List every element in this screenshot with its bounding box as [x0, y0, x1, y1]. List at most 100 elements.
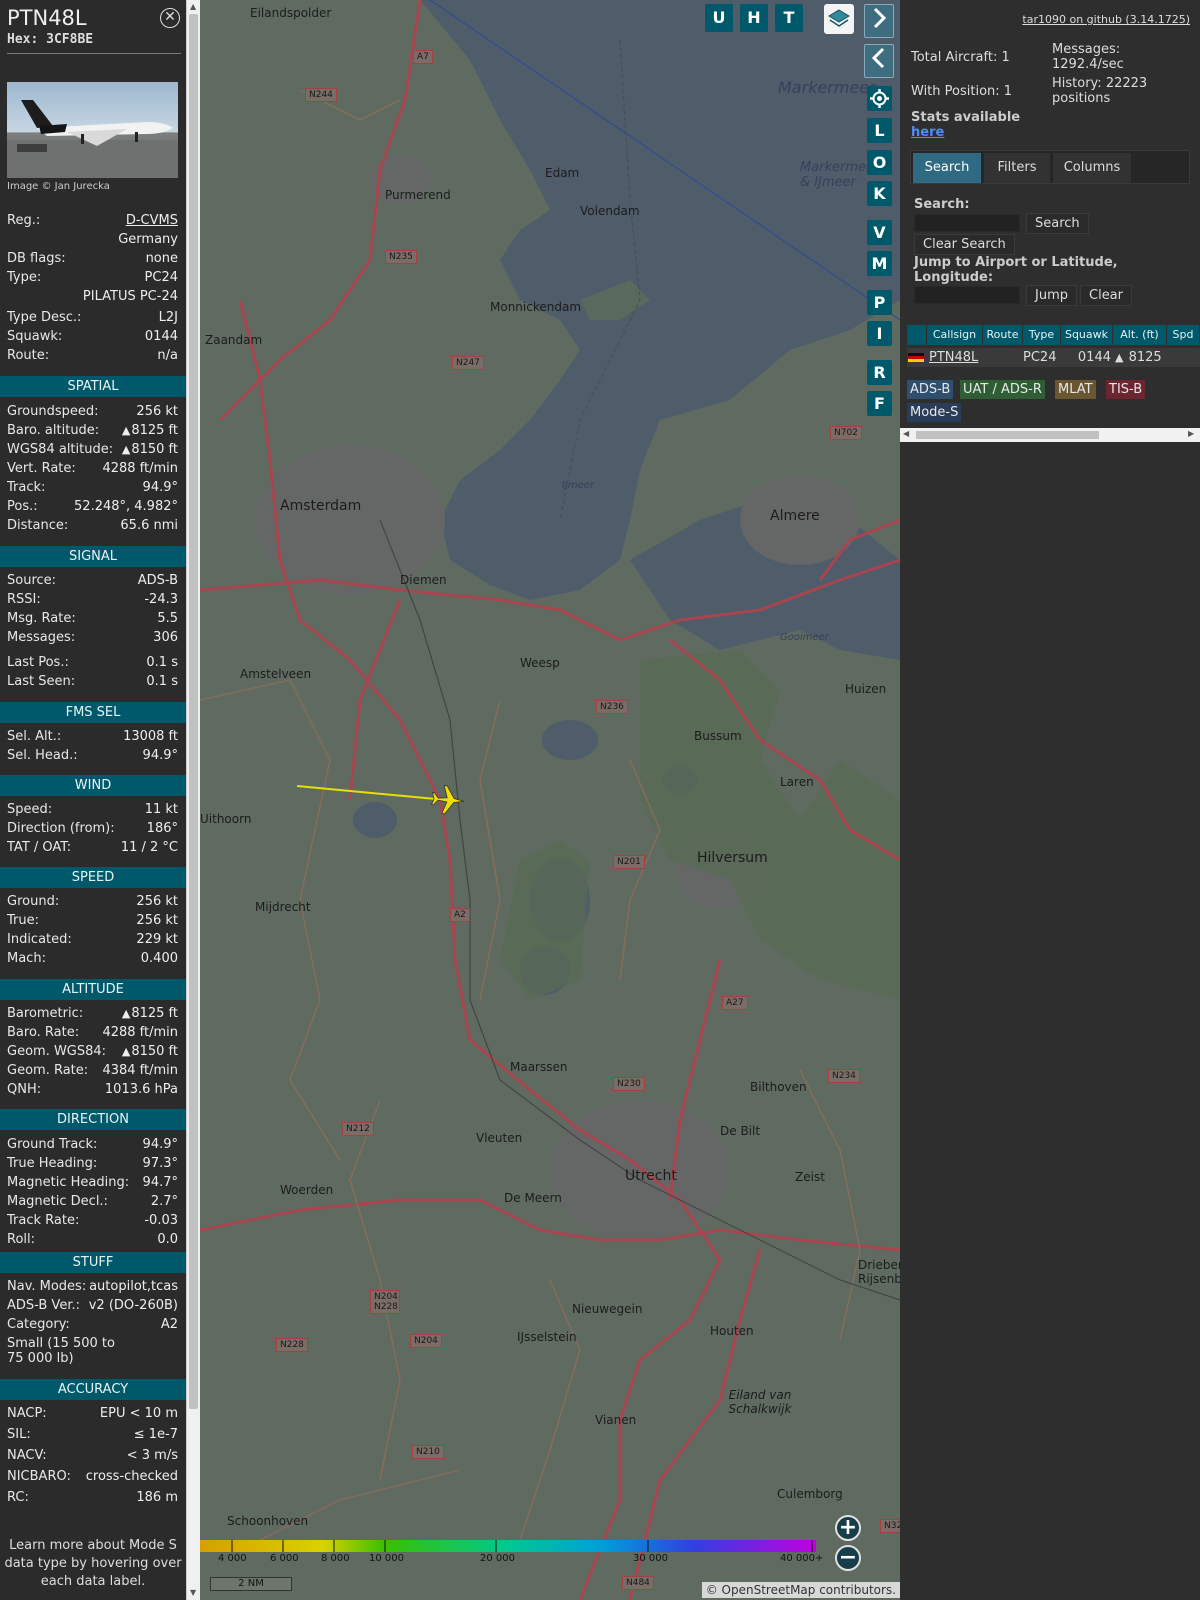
settings-gear-icon[interactable] [867, 86, 892, 111]
layers-icon[interactable] [824, 4, 854, 34]
search-input[interactable] [914, 214, 1020, 232]
clear-jump-button[interactable]: Clear [1080, 285, 1132, 306]
info-scrollbar[interactable]: ▲ ▼ [186, 0, 200, 1600]
section-header-speed[interactable]: SPEED [0, 867, 186, 888]
info-label: Distance: [7, 518, 69, 533]
search-button[interactable]: Search [1026, 213, 1089, 234]
info-row: RC: 186 m [7, 1490, 178, 1508]
info-value: v2 (DO-260B) [89, 1298, 178, 1316]
toggle-button-l[interactable]: L [867, 118, 892, 143]
row-callsign[interactable]: PTN48L [927, 348, 983, 367]
info-label: Route: [7, 348, 50, 363]
map-view[interactable]: Eilandspolder Purmerend Edam Volendam Monnic… [200, 0, 900, 1600]
info-row: Nav. Modes: autopilot,tcas [7, 1279, 178, 1297]
info-label: Category: [7, 1317, 70, 1332]
scroll-left-icon[interactable]: ◀ [903, 429, 909, 438]
tab-columns[interactable]: Columns [1053, 153, 1131, 183]
layer-button-h[interactable]: H [740, 4, 768, 32]
section-header-stuff[interactable]: STUFF [0, 1252, 186, 1273]
col-callsign-header[interactable]: Callsign [927, 325, 983, 345]
info-value: A2 [161, 1317, 178, 1335]
info-value: 186 m [136, 1490, 178, 1508]
info-label: QNH: [7, 1082, 42, 1097]
info-value: PILATUS PC-24 [82, 289, 178, 304]
chip-modes: Mode-S [907, 403, 962, 422]
toggle-button-m[interactable]: M [867, 251, 892, 276]
clear-search-button[interactable]: Clear Search [914, 234, 1015, 255]
toggle-button-r[interactable]: R [867, 360, 892, 385]
scroll-up-icon[interactable]: ▲ [190, 2, 196, 11]
info-label: Pos.: [7, 499, 38, 514]
panel-tabbar: Search Filters Columns [910, 150, 1190, 184]
section-header-signal[interactable]: SIGNAL [0, 546, 186, 567]
scrollbar-thumb[interactable] [916, 431, 1099, 439]
close-icon[interactable]: ✕ [160, 8, 180, 28]
info-value[interactable]: D-CVMS [126, 213, 178, 231]
layer-button-u[interactable]: U [705, 4, 733, 32]
info-value-text: 8150 ft [131, 442, 178, 457]
info-row: Distance: 65.6 nmi [7, 518, 178, 536]
section-header-accuracy[interactable]: ACCURACY [0, 1379, 186, 1400]
section-header-altitude[interactable]: ALTITUDE [0, 979, 186, 1000]
col-alt-header[interactable]: Alt. (ft) [1113, 325, 1167, 345]
col-route-header[interactable]: Route [983, 325, 1023, 345]
table-row[interactable]: PTN48L PC24 0144 ▲ 8125 [907, 348, 1200, 367]
scroll-right-icon[interactable]: ▶ [1188, 429, 1194, 438]
climb-arrow-icon: ▲ [121, 443, 131, 456]
info-value: ADS-B [138, 573, 178, 591]
section-header-fms-sel[interactable]: FMS SEL [0, 702, 186, 723]
scroll-down-icon[interactable]: ▼ [190, 1588, 196, 1597]
info-value: none [145, 251, 178, 266]
jump-input[interactable] [914, 286, 1020, 304]
info-value: 94.9° [143, 748, 178, 766]
info-row: PILATUS PC-24 [7, 289, 178, 307]
info-value-text: ADS-B [137, 573, 178, 588]
info-row: Baro. altitude: ▲8125 ft [7, 423, 178, 441]
aircraft-marker-icon[interactable] [430, 785, 465, 816]
section-header-wind[interactable]: WIND [0, 775, 186, 796]
info-value: 97.3° [143, 1156, 178, 1174]
collapse-panel-icon[interactable] [864, 44, 894, 78]
col-speed-header[interactable]: Spd [1167, 325, 1200, 345]
section-header-spatial[interactable]: SPATIAL [0, 376, 186, 397]
toggle-button-v[interactable]: V [867, 220, 892, 245]
info-label: Geom. WGS84: [7, 1044, 107, 1059]
info-value: -0.03 [144, 1213, 178, 1231]
info-label: Type Desc.: [7, 310, 82, 325]
info-value: 94.9° [143, 1137, 178, 1155]
info-value: 94.7° [143, 1175, 178, 1193]
info-label: Track: [7, 480, 46, 495]
toggle-button-i[interactable]: I [867, 321, 892, 346]
info-value: 2.7° [151, 1194, 178, 1212]
row-altitude-value: 8125 [1128, 350, 1162, 365]
info-row: Groundspeed: 256 kt [7, 404, 178, 422]
expand-panel-icon[interactable] [864, 4, 894, 38]
section-header-direction[interactable]: DIRECTION [0, 1109, 186, 1130]
aircraft-photo[interactable] [7, 82, 178, 178]
toggle-button-p[interactable]: P [867, 290, 892, 315]
col-type-header[interactable]: Type [1023, 325, 1061, 345]
header-divider [7, 53, 181, 54]
github-link[interactable]: tar1090 on github (3.14.1725) [1022, 13, 1190, 26]
stats-here-link[interactable]: here [911, 125, 944, 140]
tab-filters[interactable]: Filters [984, 153, 1050, 183]
chip-mlat: MLAT [1055, 380, 1096, 399]
zoom-out-button[interactable]: − [835, 1545, 861, 1571]
info-label: TAT / OAT: [7, 840, 72, 855]
toggle-button-o[interactable]: O [867, 150, 892, 175]
row-altitude: ▲ 8125 [1115, 350, 1162, 365]
col-squawk-header[interactable]: Squawk [1061, 325, 1113, 345]
table-horizontal-scrollbar[interactable]: ◀ ▶ [900, 428, 1200, 442]
tab-search[interactable]: Search [913, 153, 981, 183]
map-credits[interactable]: © OpenStreetMap contributors. [701, 1582, 900, 1598]
scrollbar-thumb[interactable] [189, 14, 198, 1409]
layer-button-t[interactable]: T [775, 4, 803, 32]
info-value-text: 2.7° [150, 1194, 178, 1209]
info-value: ▲8125 ft [122, 423, 178, 441]
jump-button[interactable]: Jump [1026, 285, 1077, 306]
toggle-button-k[interactable]: K [867, 181, 892, 206]
toggle-button-f[interactable]: F [867, 391, 892, 416]
zoom-in-button[interactable]: + [835, 1515, 861, 1541]
info-row: Type: PC24 [7, 270, 178, 288]
info-row: WGS84 altitude: ▲8150 ft [7, 442, 178, 460]
